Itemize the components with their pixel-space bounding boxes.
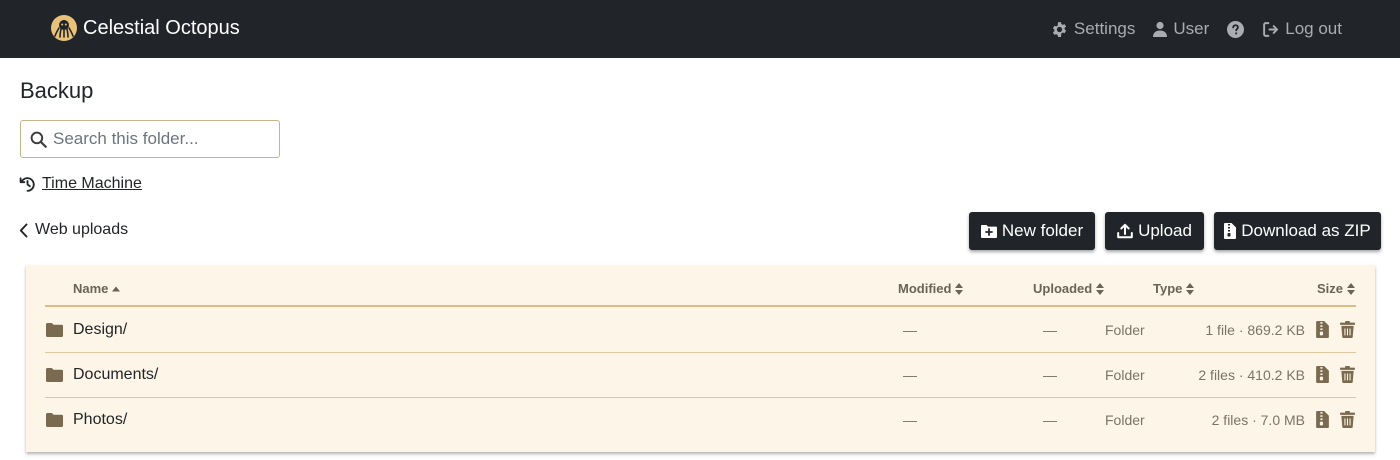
row-uploaded: — bbox=[1043, 412, 1057, 428]
header-type[interactable]: Type bbox=[1153, 281, 1195, 296]
navbar-links: Settings User Log out bbox=[1051, 17, 1342, 41]
new-folder-label: New folder bbox=[1001, 221, 1084, 240]
zip-file-icon bbox=[1224, 223, 1237, 239]
settings-link[interactable]: Settings bbox=[1051, 19, 1135, 39]
header-modified-label: Modified bbox=[898, 281, 952, 296]
header-modified[interactable]: Modified bbox=[898, 281, 964, 296]
row-type: Folder bbox=[1105, 322, 1145, 338]
upload-button[interactable]: Upload bbox=[1105, 212, 1204, 250]
upload-label: Upload bbox=[1138, 221, 1192, 240]
header-uploaded[interactable]: Uploaded bbox=[1033, 281, 1105, 296]
trash-icon[interactable] bbox=[1340, 411, 1355, 428]
row-type: Folder bbox=[1105, 412, 1145, 428]
row-uploaded: — bbox=[1043, 367, 1057, 383]
back-label: Web uploads bbox=[35, 221, 129, 238]
new-folder-button[interactable]: New folder bbox=[969, 212, 1095, 250]
trash-icon[interactable] bbox=[1340, 321, 1355, 338]
row-uploaded: — bbox=[1043, 322, 1057, 338]
page-title: Backup bbox=[20, 78, 94, 103]
header-size[interactable]: Size bbox=[1317, 281, 1356, 296]
header-uploaded-label: Uploaded bbox=[1033, 281, 1093, 296]
back-link[interactable]: Web uploads bbox=[19, 221, 128, 239]
folder-icon bbox=[46, 413, 63, 427]
table-row[interactable]: Photos/ — — Folder 2 files · 7.0 MB bbox=[45, 398, 1356, 443]
folder-plus-icon bbox=[980, 225, 997, 238]
search-input[interactable] bbox=[53, 129, 263, 149]
help-link[interactable] bbox=[1227, 20, 1245, 38]
octopus-logo-icon bbox=[51, 15, 77, 41]
row-size: 1 file · 869.2 KB bbox=[1205, 322, 1305, 338]
brand-link[interactable]: Celestial Octopus bbox=[51, 13, 240, 43]
sort-icon bbox=[1096, 282, 1105, 295]
row-name[interactable]: Documents/ bbox=[73, 366, 158, 384]
row-size: 2 files · 7.0 MB bbox=[1211, 412, 1305, 428]
logout-link[interactable]: Log out bbox=[1262, 19, 1342, 39]
time-machine-label: Time Machine bbox=[42, 175, 142, 192]
user-link[interactable]: User bbox=[1153, 19, 1209, 39]
sort-icon bbox=[1186, 282, 1195, 295]
question-circle-icon bbox=[1227, 20, 1245, 38]
header-divider bbox=[45, 305, 1356, 307]
table-row[interactable]: Documents/ — — Folder 2 files · 410.2 KB bbox=[45, 353, 1356, 398]
zip-file-icon[interactable] bbox=[1316, 321, 1329, 338]
row-modified: — bbox=[903, 367, 917, 383]
user-icon bbox=[1153, 21, 1168, 37]
logout-label: Log out bbox=[1285, 19, 1342, 38]
row-name[interactable]: Design/ bbox=[73, 321, 127, 339]
upload-icon bbox=[1117, 223, 1133, 239]
header-name[interactable]: Name bbox=[73, 281, 121, 296]
top-navbar: Celestial Octopus Settings User Log out bbox=[0, 0, 1400, 58]
sort-icon bbox=[955, 282, 964, 295]
gear-icon bbox=[1052, 21, 1067, 37]
folder-icon bbox=[46, 323, 63, 337]
header-size-label: Size bbox=[1317, 281, 1344, 296]
settings-label: Settings bbox=[1073, 19, 1136, 38]
header-name-label: Name bbox=[73, 281, 109, 296]
chevron-left-icon bbox=[19, 223, 28, 237]
search-field[interactable] bbox=[20, 120, 280, 158]
header-type-label: Type bbox=[1153, 281, 1183, 296]
folder-icon bbox=[46, 368, 63, 382]
row-modified: — bbox=[903, 322, 917, 338]
user-label: User bbox=[1173, 19, 1210, 38]
search-icon bbox=[30, 131, 47, 148]
row-type: Folder bbox=[1105, 367, 1145, 383]
download-zip-button[interactable]: Download as ZIP bbox=[1214, 212, 1381, 250]
sort-asc-icon bbox=[112, 286, 121, 291]
row-modified: — bbox=[903, 412, 917, 428]
time-machine-link[interactable]: Time Machine bbox=[19, 175, 142, 193]
table-row[interactable]: Design/ — — Folder 1 file · 869.2 KB bbox=[45, 308, 1356, 353]
zip-file-icon[interactable] bbox=[1316, 366, 1329, 383]
logout-icon bbox=[1263, 21, 1279, 37]
download-zip-label: Download as ZIP bbox=[1241, 221, 1371, 240]
row-name[interactable]: Photos/ bbox=[73, 411, 127, 429]
brand-name: Celestial Octopus bbox=[83, 16, 240, 39]
trash-icon[interactable] bbox=[1340, 366, 1355, 383]
zip-file-icon[interactable] bbox=[1316, 411, 1329, 428]
history-icon bbox=[19, 176, 35, 192]
sort-icon bbox=[1347, 282, 1356, 295]
row-size: 2 files · 410.2 KB bbox=[1198, 367, 1305, 383]
